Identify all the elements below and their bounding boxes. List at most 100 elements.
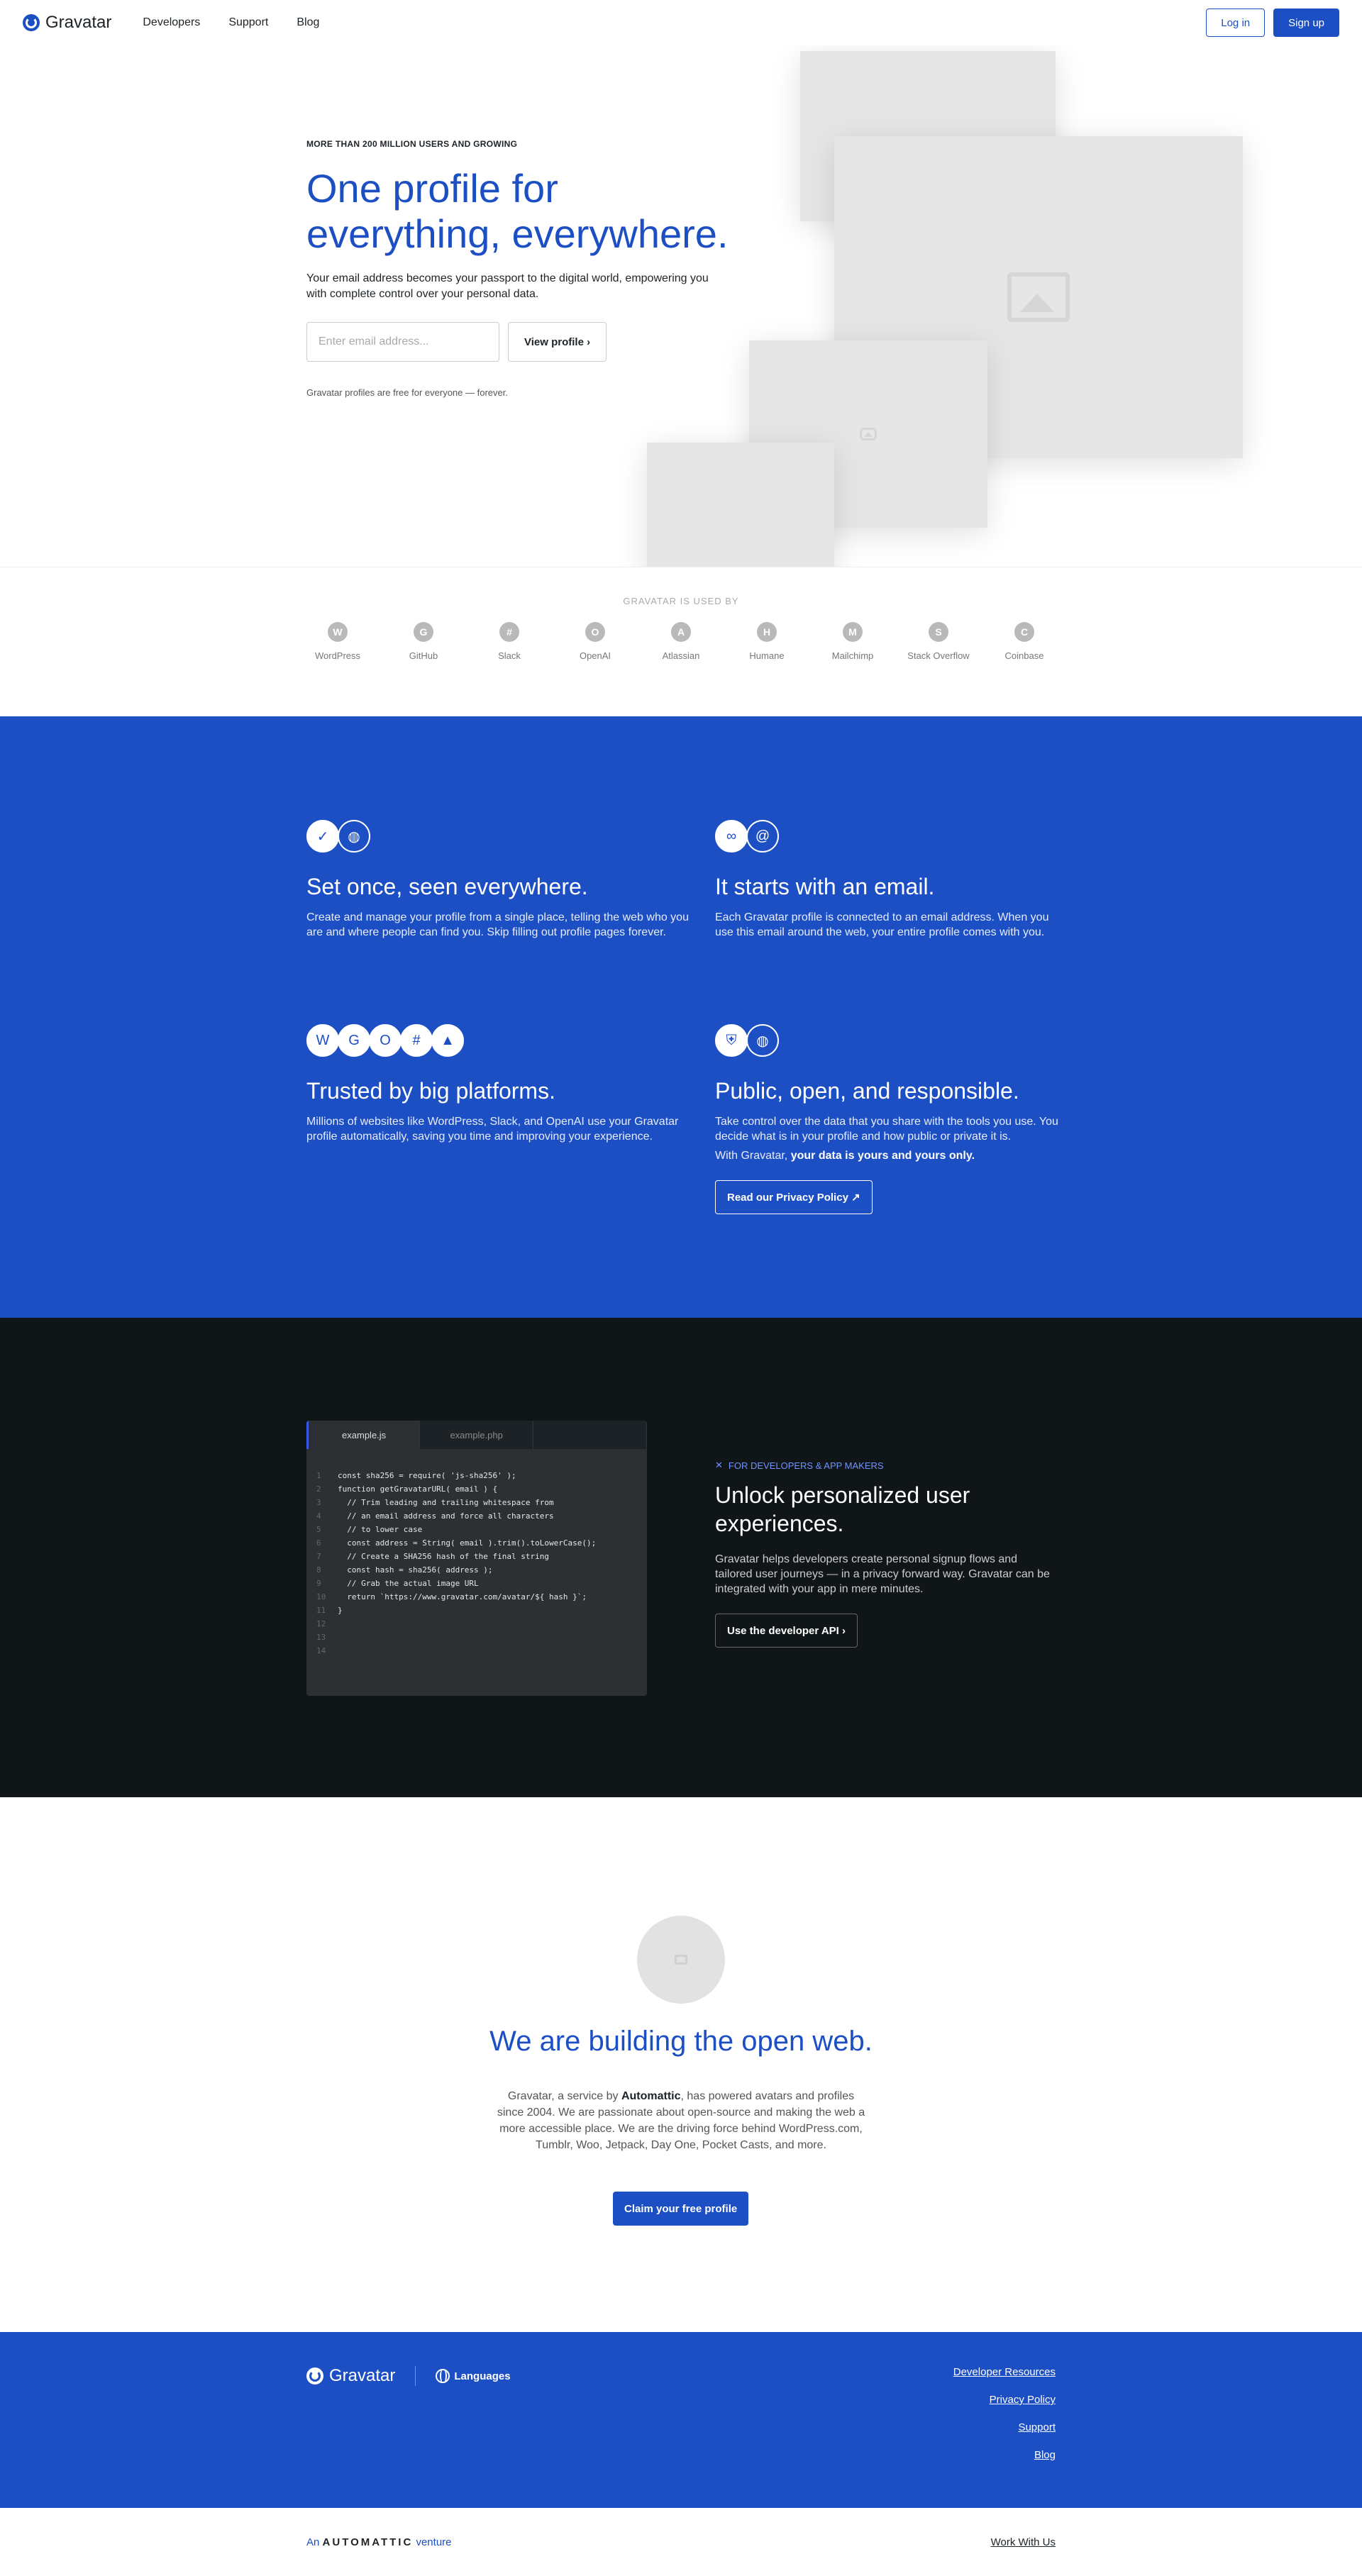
openai-icon: O [585, 622, 605, 642]
developers-desc: Gravatar helps developers create persona… [715, 1553, 1050, 1595]
humane-icon: H [757, 622, 777, 642]
tab-empty [533, 1421, 647, 1449]
partner-label: Slack [498, 650, 521, 661]
used-by-section: Gravatar is used by W WordPress G GitHub #… [0, 567, 1362, 716]
line-number: 1 [316, 1471, 321, 1480]
gravatar-logo-icon [23, 14, 40, 31]
tab-example-js[interactable]: example.js [306, 1421, 421, 1449]
code-line: 4 // an email address and force all char… [316, 1509, 647, 1523]
developers-text: ✕ For developers & app makers Unlock per… [715, 1460, 1056, 1648]
image-icon [860, 428, 877, 440]
automattic-wordmark: AUTOMATTIC [322, 2536, 414, 2548]
footer-brand: Gravatar Languages [306, 2366, 511, 2386]
nav-blog[interactable]: Blog [297, 16, 319, 29]
code-text: return `https://www.gravatar.com/avatar/… [338, 1592, 587, 1601]
checkmark-icon: ✓ [306, 820, 339, 853]
hero-title-line1: One profile for [306, 166, 558, 211]
partner-coinbase: C Coinbase [982, 622, 1068, 661]
gravatar-logo-icon [306, 2367, 323, 2385]
developers-title: Unlock personalized user experiences. [715, 1482, 970, 1536]
atlassian-icon: ▲ [431, 1024, 464, 1057]
claim-profile-button[interactable]: Claim your free profile [613, 2192, 749, 2226]
wordpress-icon: W [306, 1024, 339, 1057]
automattic-link[interactable]: Automattic [621, 2090, 681, 2102]
feature-desc: Take control over the data that you shar… [715, 1116, 1058, 1143]
feature-icons: ∞ @ [715, 818, 1063, 854]
code-line: 12 [316, 1617, 647, 1631]
language-label: Languages [454, 2370, 511, 2382]
footer-link-privacy-policy[interactable]: Privacy Policy [953, 2394, 1056, 2406]
automattic-venture[interactable]: An AUTOMATTIC venture [306, 2536, 452, 2548]
code-line: 6 const address = String( email ).trim()… [316, 1536, 647, 1550]
at-sign-icon: @ [746, 820, 779, 853]
view-profile-button[interactable]: View profile › [508, 322, 607, 362]
line-number: 9 [316, 1579, 321, 1588]
open-web-desc: Gravatar, a service by Automattic, has p… [497, 2088, 865, 2153]
code-lines: 1 const sha256 = require( 'js-sha256' ); 2… [306, 1449, 647, 1658]
partner-humane: H Humane [724, 622, 810, 661]
code-text: function getGravatarURL( email ) { [338, 1484, 498, 1494]
line-number: 3 [316, 1498, 321, 1507]
code-text: const sha256 = require( 'js-sha256' ); [338, 1471, 516, 1480]
partner-label: Humane [749, 650, 785, 661]
footer-link-blog[interactable]: Blog [953, 2449, 1056, 2461]
footer-logo-text[interactable]: Gravatar [329, 2366, 395, 2386]
code-line: 7 // Create a SHA256 hash of the final s… [316, 1550, 647, 1563]
developers-eyebrow: ✕ For developers & app makers [715, 1460, 1056, 1471]
feature-title: It starts with an email. [715, 874, 935, 899]
developer-api-button[interactable]: Use the developer API › [715, 1614, 858, 1648]
partner-label: Atlassian [662, 650, 700, 661]
feature-desc: Each Gravatar profile is connected to an… [715, 911, 1049, 938]
line-number: 13 [316, 1633, 326, 1642]
nav-developers[interactable]: Developers [143, 16, 200, 29]
nav-support[interactable]: Support [228, 16, 268, 29]
code-line: 10 return `https://www.gravatar.com/avat… [316, 1590, 647, 1604]
work-with-us-link[interactable]: Work With Us [991, 2536, 1056, 2548]
venture-suffix: venture [416, 2536, 452, 2548]
globe-icon: ◍ [746, 1024, 779, 1057]
tab-example-php[interactable]: example.php [420, 1421, 534, 1449]
code-text: const address = String( email ).trim().t… [338, 1538, 597, 1548]
code-text: const hash = sha256( address ); [338, 1565, 493, 1575]
code-text: // Grab the actual image URL [338, 1579, 479, 1588]
line-number: 10 [316, 1592, 326, 1601]
mailchimp-icon: M [843, 622, 863, 642]
feature-desc: Millions of websites like WordPress, Sla… [306, 1116, 679, 1143]
email-input[interactable] [306, 322, 499, 362]
github-icon: G [414, 622, 433, 642]
signup-button[interactable]: Sign up [1273, 9, 1339, 37]
code-sample: example.js example.php 1 const sha256 = r… [306, 1421, 647, 1696]
openai-icon: O [369, 1024, 402, 1057]
code-line: 3 // Trim leading and trailing whitespac… [316, 1496, 647, 1509]
privacy-policy-button[interactable]: Read our Privacy Policy ↗ [715, 1180, 873, 1214]
site-header: Gravatar Developers Support Blog Log in … [0, 0, 1362, 45]
footer-link-developer-resources[interactable]: Developer Resources [953, 2366, 1056, 2378]
code-line: 2 function getGravatarURL( email ) { [316, 1482, 647, 1496]
feature-icons: ⛨ ◍ [715, 1023, 1063, 1058]
footer-link-support[interactable]: Support [953, 2421, 1056, 2433]
hero-content: More than 200 million users and growing … [306, 139, 732, 398]
partner-github: G GitHub [381, 622, 467, 661]
code-text: // an email address and force all charac… [338, 1511, 554, 1521]
tools-icon: ✕ [715, 1460, 723, 1470]
wordpress-icon: W [328, 622, 348, 642]
image-icon [1007, 272, 1070, 322]
partner-stack-overflow: S Stack Overflow [896, 622, 982, 661]
code-text: } [338, 1606, 343, 1615]
line-number: 7 [316, 1552, 321, 1561]
hero-placeholder-image [647, 443, 834, 567]
link-icon: ∞ [715, 820, 748, 853]
feature-email: ∞ @ It starts with an email. Each Gravat… [715, 818, 1063, 940]
language-selector[interactable]: Languages [436, 2369, 511, 2383]
feature-icons: W G O # ▲ [306, 1023, 690, 1058]
gravatar-logo[interactable]: Gravatar [23, 13, 111, 33]
hero-title-line2: everything, everywhere. [306, 211, 729, 256]
slack-icon: # [400, 1024, 433, 1057]
line-number: 4 [316, 1511, 321, 1521]
feature-desc-bold: your data is yours and yours only. [790, 1150, 975, 1162]
partner-label: Stack Overflow [907, 650, 970, 661]
partner-atlassian: A Atlassian [638, 622, 724, 661]
globe-icon: ◍ [338, 820, 370, 853]
bottom-bar: An AUTOMATTIC venture Work With Us [0, 2508, 1362, 2576]
login-button[interactable]: Log in [1206, 9, 1266, 37]
